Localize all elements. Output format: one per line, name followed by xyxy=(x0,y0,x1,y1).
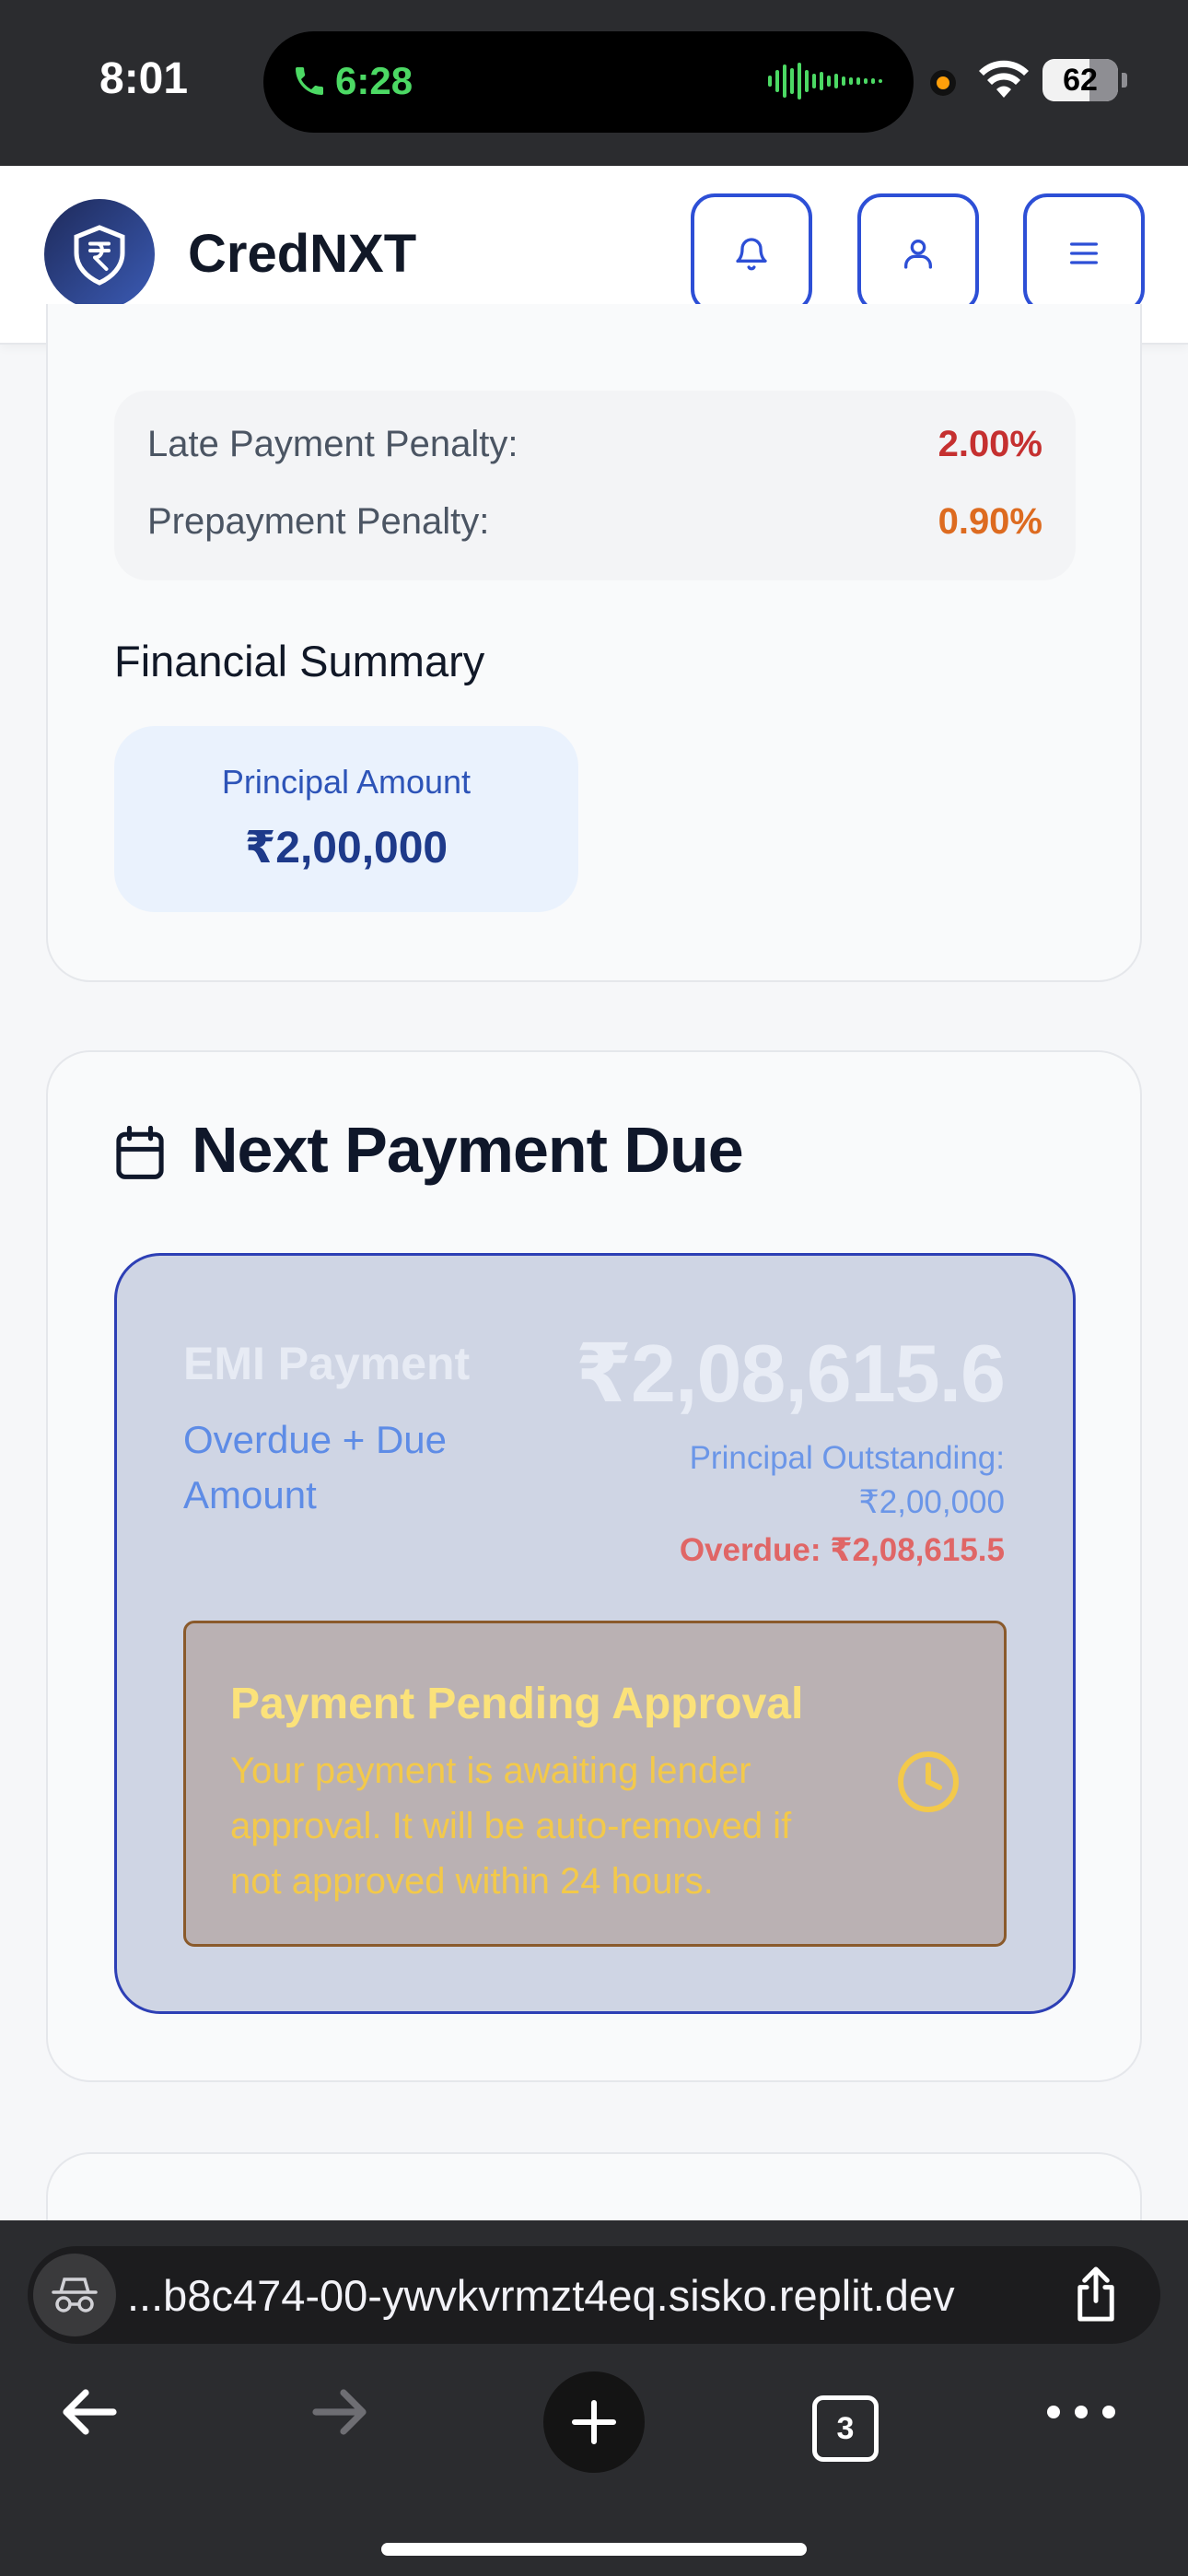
pending-approval-text: Your payment is awaiting lender approval… xyxy=(230,1751,792,1902)
wifi-icon xyxy=(979,60,1029,98)
audio-waveform-icon xyxy=(768,63,882,100)
principal-amount-value: ₹2,00,000 xyxy=(244,824,448,872)
pending-approval-title: Payment Pending Approval xyxy=(230,1680,804,1728)
status-bar: 8:01 6:28 62 xyxy=(0,0,1188,166)
user-icon xyxy=(904,240,932,269)
overdue-amount: Overdue: ₹2,08,615.5 xyxy=(679,1532,1005,1568)
plus-icon xyxy=(571,2399,617,2445)
emi-payment-box: EMI Payment Overdue + Due Amount ₹2,08,6… xyxy=(114,1253,1076,2014)
principal-outstanding: Principal Outstanding: ₹2,00,000 xyxy=(600,1436,1005,1525)
calendar-icon xyxy=(116,1126,164,1179)
principal-outstanding-label: Principal Outstanding: xyxy=(689,1440,1005,1476)
new-tab-button[interactable] xyxy=(543,2371,645,2473)
status-time: 8:01 xyxy=(99,54,189,103)
home-indicator[interactable] xyxy=(381,2543,807,2556)
hamburger-menu-icon xyxy=(1070,242,1098,264)
emi-amount: ₹2,08,615.6 xyxy=(575,1328,1006,1419)
late-payment-penalty-value: 2.00% xyxy=(938,424,1042,464)
prepayment-penalty-label: Prepayment Penalty: xyxy=(147,501,490,542)
late-payment-penalty-label: Late Payment Penalty: xyxy=(147,424,518,464)
prepayment-penalty-value: 0.90% xyxy=(938,501,1042,542)
brand-name: CredNXT xyxy=(188,224,417,284)
emi-payment-subtitle: Overdue + Due Amount xyxy=(183,1418,448,1516)
tab-switcher-button[interactable]: 3 xyxy=(812,2395,879,2462)
emi-payment-title: EMI Payment xyxy=(183,1338,471,1389)
menu-button[interactable] xyxy=(1023,193,1145,313)
battery-icon: 62 xyxy=(1042,59,1118,101)
prepayment-penalty-row: Prepayment Penalty: 0.90% xyxy=(147,501,1042,543)
dynamic-island[interactable]: 6:28 xyxy=(263,31,914,133)
phone-icon xyxy=(296,67,323,95)
payment-pending-alert: Payment Pending Approval Your payment is… xyxy=(183,1621,1007,1947)
profile-button[interactable] xyxy=(857,193,979,313)
clock-icon xyxy=(898,1751,959,1812)
battery-level: 62 xyxy=(1063,63,1098,98)
address-bar[interactable]: ...b8c474-00-ywvkvrmzt4eq.sisko.replit.d… xyxy=(28,2246,1160,2344)
recording-indicator-icon xyxy=(930,70,956,96)
brand-logo[interactable] xyxy=(44,199,155,310)
back-arrow-icon[interactable] xyxy=(53,2379,123,2445)
browser-toolbar: ...b8c474-00-ywvkvrmzt4eq.sisko.replit.d… xyxy=(0,2220,1188,2576)
next-payment-heading: Next Payment Due xyxy=(192,1114,744,1186)
principal-outstanding-value: ₹2,00,000 xyxy=(858,1484,1005,1520)
financial-summary-heading: Financial Summary xyxy=(114,637,485,685)
bell-icon xyxy=(736,238,767,271)
shield-rupee-icon xyxy=(74,225,125,286)
forward-arrow-icon[interactable] xyxy=(306,2379,376,2445)
notifications-button[interactable] xyxy=(691,193,812,313)
share-icon[interactable] xyxy=(1068,2265,1124,2324)
penalties-box: Late Payment Penalty: 2.00% Prepayment P… xyxy=(114,391,1076,580)
private-mode-button[interactable] xyxy=(33,2254,116,2336)
late-payment-penalty-row: Late Payment Penalty: 2.00% xyxy=(147,424,1042,465)
url-text: ...b8c474-00-ywvkvrmzt4eq.sisko.replit.d… xyxy=(127,2271,955,2320)
more-options-icon[interactable] xyxy=(1044,2401,1118,2423)
incognito-icon xyxy=(52,2277,98,2313)
principal-amount-label: Principal Amount xyxy=(221,763,472,801)
principal-amount-tile: Principal Amount ₹2,00,000 xyxy=(114,726,578,912)
call-duration: 6:28 xyxy=(335,59,413,102)
